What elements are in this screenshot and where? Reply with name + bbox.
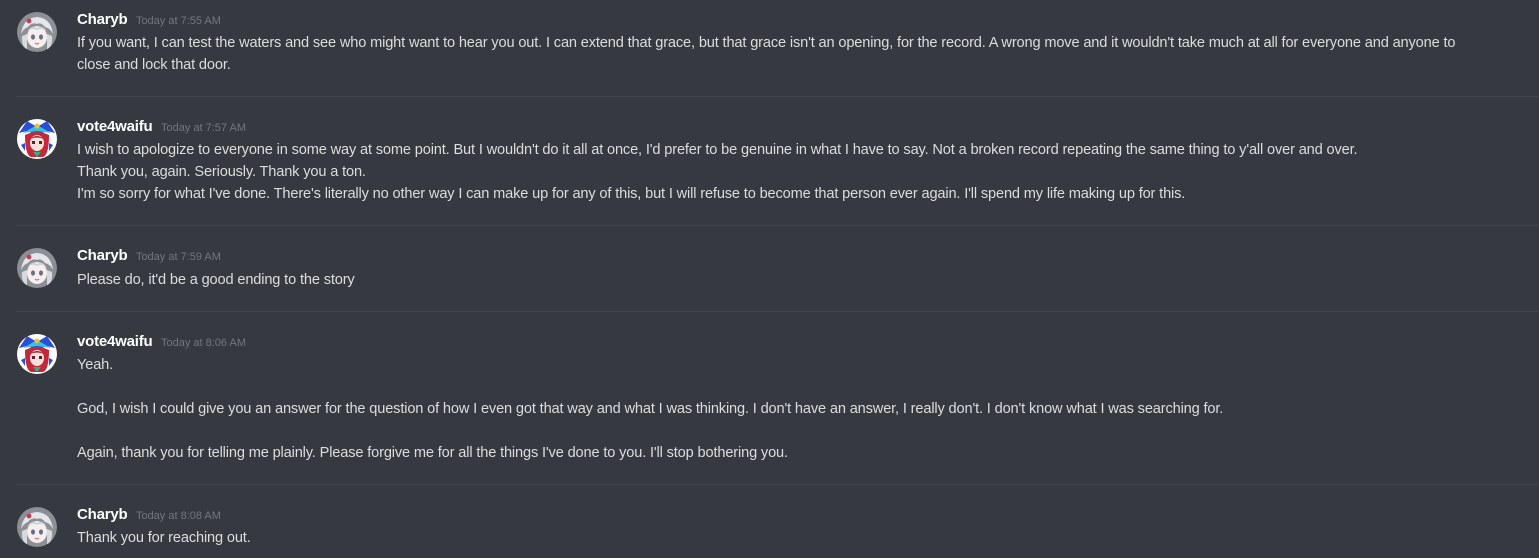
- message-text: Thank you for reaching out.: [77, 530, 251, 546]
- message-text: Please do, it'd be a good ending to the …: [77, 272, 355, 288]
- username[interactable]: Charyb: [77, 247, 128, 264]
- username[interactable]: vote4waifu: [77, 333, 153, 350]
- username[interactable]: vote4waifu: [77, 118, 153, 135]
- message-header: vote4waifu Today at 7:57 AM: [77, 118, 246, 136]
- message-header: vote4waifu Today at 8:06 AM: [77, 333, 246, 351]
- message-text: God, I wish I could give you an answer f…: [77, 401, 1224, 417]
- message-text: If you want, I can test the waters and s…: [77, 35, 1456, 51]
- message-header: Charyb Today at 7:59 AM: [77, 247, 221, 265]
- charyb-avatar-icon[interactable]: [17, 507, 57, 547]
- message-divider: [16, 96, 1539, 97]
- timestamp[interactable]: Today at 7:55 AM: [136, 15, 221, 27]
- message-text: I wish to apologize to everyone in some …: [77, 142, 1358, 158]
- message-text: close and lock that door.: [77, 57, 231, 73]
- vote4waifu-avatar-icon[interactable]: [17, 119, 57, 159]
- message-text: Again, thank you for telling me plainly.…: [77, 445, 788, 461]
- message-text: Yeah.: [77, 357, 114, 373]
- message-header: Charyb Today at 8:08 AM: [77, 506, 221, 524]
- vote4waifu-avatar-icon[interactable]: [17, 334, 57, 374]
- timestamp[interactable]: Today at 7:57 AM: [161, 122, 246, 134]
- timestamp[interactable]: Today at 8:08 AM: [136, 510, 221, 522]
- message-text: Thank you, again. Seriously. Thank you a…: [77, 164, 366, 180]
- message-divider: [16, 311, 1539, 312]
- charyb-avatar-icon[interactable]: [17, 12, 57, 52]
- message-divider: [16, 484, 1539, 485]
- message-header: Charyb Today at 7:55 AM: [77, 11, 221, 29]
- message-text: I'm so sorry for what I've done. There's…: [77, 186, 1186, 202]
- message-divider: [16, 225, 1539, 226]
- message-list: Charyb Today at 7:55 AM If you want, I c…: [0, 0, 1539, 558]
- username[interactable]: Charyb: [77, 506, 128, 523]
- charyb-avatar-icon[interactable]: [17, 248, 57, 288]
- username[interactable]: Charyb: [77, 11, 128, 28]
- timestamp[interactable]: Today at 7:59 AM: [136, 251, 221, 263]
- timestamp[interactable]: Today at 8:06 AM: [161, 337, 246, 349]
